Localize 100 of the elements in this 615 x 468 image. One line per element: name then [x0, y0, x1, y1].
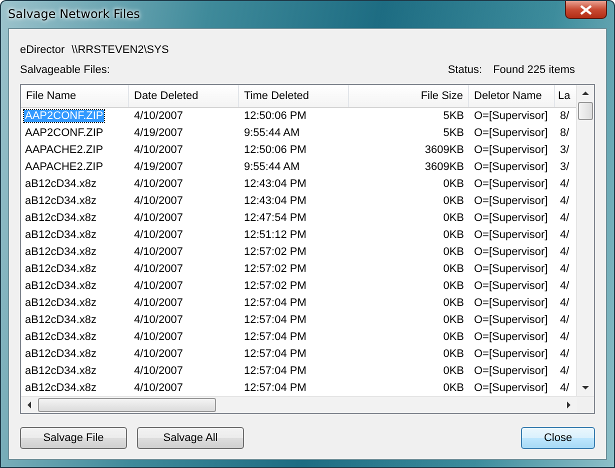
table-cell: O=[Supervisor]: [474, 161, 548, 173]
table-cell: 3609KB: [424, 144, 464, 156]
table-cell: O=[Supervisor]: [474, 178, 548, 190]
column-header[interactable]: Time Deleted: [239, 85, 349, 107]
table-cell: O=[Supervisor]: [474, 263, 548, 275]
table-cell[interactable]: aB12cD34.x8z: [24, 331, 98, 343]
table-cell: 0KB: [443, 348, 464, 360]
location-path: \\RRSTEVEN2\SYS: [72, 44, 169, 56]
table-cell: O=[Supervisor]: [474, 212, 548, 224]
table-cell: 4/: [560, 212, 570, 224]
table-cell: 5KB: [443, 127, 464, 139]
table-cell: O=[Supervisor]: [474, 144, 548, 156]
table-cell: 12:57:04 PM: [244, 365, 306, 377]
table-cell[interactable]: aB12cD34.x8z: [24, 212, 98, 224]
table-cell: 12:43:04 PM: [244, 178, 306, 190]
table-cell[interactable]: aB12cD34.x8z: [24, 195, 98, 207]
table-cell: 12:47:54 PM: [244, 212, 306, 224]
table-cell: 4/10/2007: [134, 178, 183, 190]
table-cell: 0KB: [443, 195, 464, 207]
table-cell: 4/: [560, 348, 570, 360]
table-cell[interactable]: aB12cD34.x8z: [24, 246, 98, 258]
table-cell: 4/: [560, 229, 570, 241]
table-cell: 4/: [560, 297, 570, 309]
table-cell[interactable]: aB12cD34.x8z: [24, 365, 98, 377]
table-cell: 4/: [560, 178, 570, 190]
table-cell: 0KB: [443, 178, 464, 190]
table-cell[interactable]: aB12cD34.x8z: [24, 280, 98, 292]
table-cell: 4/: [560, 280, 570, 292]
window-title: Salvage Network Files: [8, 7, 140, 21]
table-cell: 4/: [560, 246, 570, 258]
dialog-button[interactable]: Close: [521, 427, 595, 449]
vertical-scrollbar[interactable]: [576, 85, 594, 396]
column-header[interactable]: Date Deleted: [129, 85, 239, 107]
table-cell[interactable]: AAPACHE2.ZIP: [24, 144, 104, 156]
table-cell: 4/10/2007: [134, 297, 183, 309]
table-cell: 0KB: [443, 280, 464, 292]
table-cell[interactable]: aB12cD34.x8z: [24, 297, 98, 309]
table-cell: 0KB: [443, 246, 464, 258]
table-cell[interactable]: aB12cD34.x8z: [24, 348, 98, 360]
table-cell: 4/10/2007: [134, 280, 183, 292]
table-cell: 4/10/2007: [134, 195, 183, 207]
table-cell: 4/10/2007: [134, 246, 183, 258]
table-cell: 4/10/2007: [134, 365, 183, 377]
table-cell: 3/: [560, 161, 570, 173]
table-cell: 9:55:44 AM: [244, 127, 300, 139]
dialog-button[interactable]: Salvage File: [20, 427, 127, 449]
table-cell[interactable]: AAPACHE2.ZIP: [24, 161, 104, 173]
table-cell: 0KB: [443, 382, 464, 394]
table-cell: 4/10/2007: [134, 212, 183, 224]
table-cell[interactable]: aB12cD34.x8z: [24, 263, 98, 275]
table-cell: 4/10/2007: [134, 144, 183, 156]
table-cell: 12:57:04 PM: [244, 382, 306, 394]
table-cell[interactable]: aB12cD34.x8z: [24, 229, 98, 241]
scroll-thumb[interactable]: [38, 398, 216, 412]
location-label: eDirector: [20, 44, 65, 56]
table-cell: 12:43:04 PM: [244, 195, 306, 207]
table-cell: 0KB: [443, 212, 464, 224]
table-cell: O=[Supervisor]: [474, 365, 548, 377]
table-cell[interactable]: aB12cD34.x8z: [24, 382, 98, 394]
table-cell: 12:50:06 PM: [244, 144, 306, 156]
table-cell: 4/10/2007: [134, 331, 183, 343]
table-cell: 12:57:02 PM: [244, 263, 306, 275]
table-cell: 8/: [560, 127, 570, 139]
table-cell: 4/: [560, 195, 570, 207]
table-cell[interactable]: aB12cD34.x8z: [24, 314, 98, 326]
scroll-thumb[interactable]: [578, 102, 593, 120]
column-header[interactable]: File Name: [21, 85, 129, 107]
table-cell: O=[Supervisor]: [474, 127, 548, 139]
table-cell[interactable]: aB12cD34.x8z: [24, 178, 98, 190]
table-cell: 9:55:44 AM: [244, 161, 300, 173]
status-label: Status:: [448, 64, 482, 76]
table-cell: 12:57:02 PM: [244, 246, 306, 258]
table-cell: O=[Supervisor]: [474, 195, 548, 207]
column-header[interactable]: File Size: [349, 85, 469, 107]
table-cell: 12:57:04 PM: [244, 331, 306, 343]
table-cell: 8/: [560, 110, 570, 122]
table-cell: 0KB: [443, 263, 464, 275]
table-cell: 4/10/2007: [134, 348, 183, 360]
table-cell: O=[Supervisor]: [474, 297, 548, 309]
table-cell: O=[Supervisor]: [474, 229, 548, 241]
close-button[interactable]: [565, 1, 607, 19]
table-cell: 12:51:12 PM: [244, 229, 306, 241]
status-value: Found 225 items: [493, 64, 575, 76]
table-cell: 4/: [560, 263, 570, 275]
table-cell: 0KB: [443, 297, 464, 309]
table-cell: 12:50:06 PM: [244, 110, 306, 122]
table-cell: 4/10/2007: [134, 229, 183, 241]
horizontal-scrollbar[interactable]: [21, 396, 594, 413]
table-cell: 3/: [560, 144, 570, 156]
table-cell: O=[Supervisor]: [474, 314, 548, 326]
table-cell: O=[Supervisor]: [474, 110, 548, 122]
table-cell: O=[Supervisor]: [474, 246, 548, 258]
column-header[interactable]: Deletor Name: [469, 85, 555, 107]
table-cell: 3609KB: [424, 161, 464, 173]
dialog-button[interactable]: Salvage All: [137, 427, 244, 449]
table-cell: 4/10/2007: [134, 382, 183, 394]
column-header[interactable]: La: [555, 85, 576, 107]
table-cell[interactable]: AAP2CONF.ZIP: [24, 127, 104, 139]
table-cell: 4/10/2007: [134, 110, 183, 122]
table-cell: 4/: [560, 331, 570, 343]
